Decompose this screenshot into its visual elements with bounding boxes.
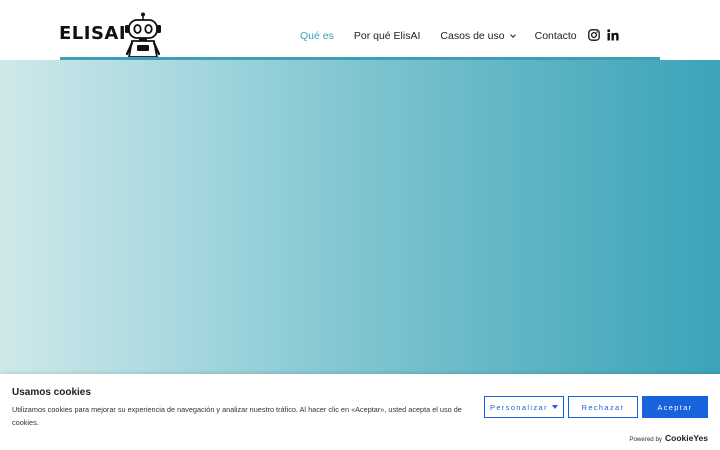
instagram-icon[interactable] xyxy=(588,29,600,41)
main-nav: Qué es Por qué ElisAI Casos de uso Conta… xyxy=(300,28,597,44)
site-header: ELISAI Qué es Por qué ElisAI Casos de us… xyxy=(0,0,720,60)
cookieyes-logo: CookieYes xyxy=(665,433,708,443)
logo[interactable]: ELISAI xyxy=(59,12,162,58)
customize-button-label: Personalizar xyxy=(490,402,548,412)
logo-text: ELISAI xyxy=(59,23,127,44)
nav-item-label: Qué es xyxy=(300,30,334,42)
reject-button[interactable]: Rechazar xyxy=(568,396,638,418)
linkedin-icon[interactable] xyxy=(607,29,619,41)
nav-item-contacto[interactable]: Contacto xyxy=(535,30,577,42)
cookie-title: Usamos cookies xyxy=(12,387,91,398)
nav-item-casos-de-uso[interactable]: Casos de uso xyxy=(440,30,516,42)
chevron-down-icon xyxy=(509,31,516,38)
hero-banner xyxy=(0,60,720,374)
cookie-consent-banner: Usamos cookies Utilizamos cookies para m… xyxy=(0,374,720,450)
nav-item-por-que[interactable]: Por qué ElisAI xyxy=(354,30,421,42)
nav-item-label: Contacto xyxy=(534,30,577,42)
accept-button[interactable]: Aceptar xyxy=(642,396,708,418)
cookie-description: Utilizamos cookies para mejorar su exper… xyxy=(12,405,462,427)
social-links xyxy=(588,29,626,41)
customize-button[interactable]: Personalizar xyxy=(484,396,564,418)
robot-mascot-icon xyxy=(125,12,162,58)
nav-item-label: Por qué ElisAI xyxy=(353,30,421,42)
nav-item-label: Casos de uso xyxy=(440,30,505,42)
nav-item-que-es[interactable]: Qué es xyxy=(300,30,334,42)
powered-by[interactable]: Powered by CookieYes xyxy=(629,433,708,443)
powered-by-text: Powered by xyxy=(629,436,662,443)
caret-down-icon xyxy=(551,405,558,409)
